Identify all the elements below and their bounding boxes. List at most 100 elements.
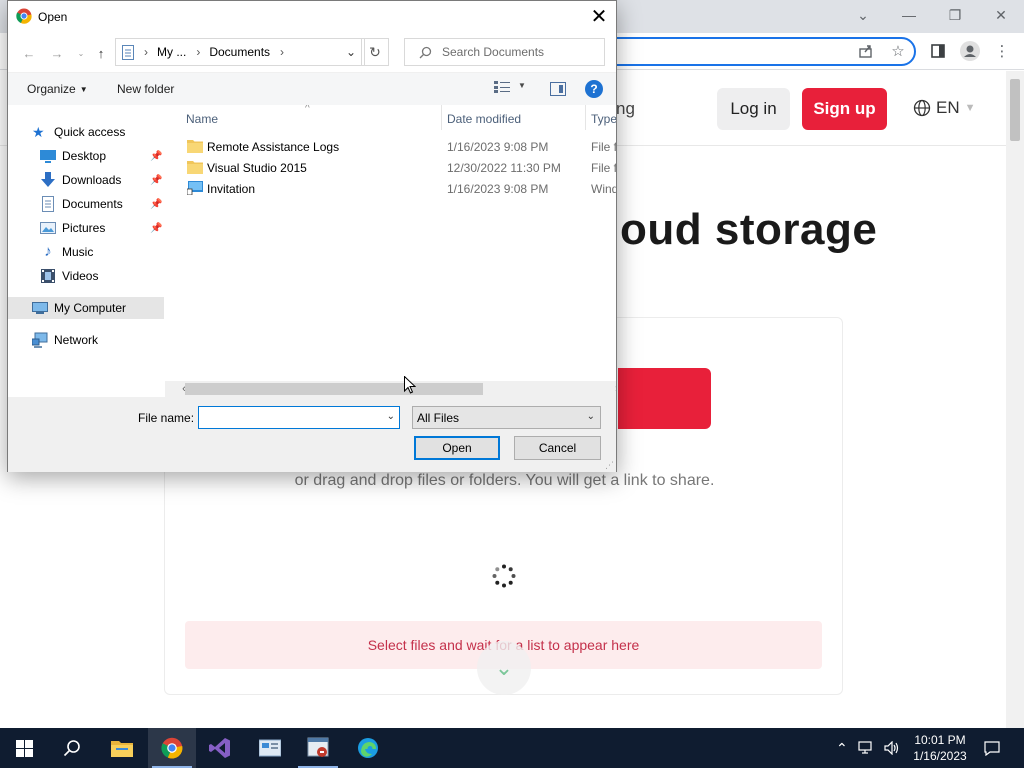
preview-pane-icon[interactable] <box>550 82 566 96</box>
dialog-footer: File name: ⌄ All Files ⌄ Open Cancel ⋰ <box>8 397 616 472</box>
nav-item-downloads[interactable]: Downloads 📌 <box>8 169 164 191</box>
nav-item-documents[interactable]: Documents 📌 <box>8 193 164 215</box>
nav-item-label: Network <box>54 333 99 347</box>
side-panel-icon[interactable] <box>926 39 950 63</box>
horizontal-scrollbar[interactable]: ‹ › <box>165 381 616 397</box>
file-name-input[interactable] <box>199 407 379 428</box>
help-icon[interactable]: ? <box>585 80 603 98</box>
horizontal-scrollbar-thumb[interactable] <box>185 383 483 395</box>
column-divider[interactable] <box>585 105 586 130</box>
system-tray: ⌃ <box>836 728 900 768</box>
close-button[interactable]: ✕ <box>978 0 1024 30</box>
new-folder-button[interactable]: New folder <box>117 82 174 96</box>
start-button[interactable] <box>0 728 48 768</box>
column-divider[interactable] <box>441 105 442 130</box>
file-row[interactable]: Visual Studio 2015 12/30/2022 11:30 PM F… <box>165 157 616 178</box>
cancel-button[interactable]: Cancel <box>514 436 601 460</box>
pictures-icon <box>40 220 56 236</box>
chevron-down-icon[interactable]: ⌄ <box>840 0 886 30</box>
pin-icon: 📌 <box>150 222 163 234</box>
nav-item-pictures[interactable]: Pictures 📌 <box>8 217 164 239</box>
notification-center-icon[interactable] <box>980 736 1004 760</box>
nav-item-label: Videos <box>62 269 99 283</box>
minimize-button[interactable]: — <box>886 0 932 30</box>
recent-locations-chevron-icon[interactable]: ⌄ <box>72 44 90 62</box>
nav-item-quick-access[interactable]: ★ Quick access <box>8 121 164 143</box>
language-label: EN <box>936 98 960 117</box>
windows-taskbar: ⌃ 10:01 PM 1/16/2023 <box>0 728 1024 768</box>
page-scrollbar[interactable] <box>1006 71 1024 728</box>
taskbar-clock[interactable]: 10:01 PM 1/16/2023 <box>908 732 972 764</box>
visual-studio-icon <box>209 738 230 758</box>
back-arrow-icon[interactable]: ← <box>20 44 38 62</box>
taskbar-search-button[interactable] <box>48 728 96 768</box>
file-explorer-icon <box>111 741 133 757</box>
taskbar-chrome[interactable] <box>148 728 196 768</box>
profile-avatar-icon[interactable] <box>958 39 982 63</box>
restore-button[interactable]: ❐ <box>932 0 978 30</box>
file-type-filter-select[interactable]: All Files ⌄ <box>412 406 601 429</box>
column-header-date-modified[interactable]: Date modified <box>447 112 521 126</box>
computer-icon <box>32 300 48 316</box>
resize-grip-icon[interactable]: ⋰ <box>605 460 615 470</box>
chevron-down-icon[interactable]: ⌄ <box>387 411 395 422</box>
taskbar-visual-studio[interactable] <box>196 728 244 768</box>
pin-icon: 📌 <box>150 198 163 210</box>
open-file-dialog: Open ✕ ← → ⌄ ↑ › My ... › Documents › ⌄ … <box>7 0 617 472</box>
bookmark-star-icon[interactable]: ☆ <box>886 39 910 63</box>
nav-item-desktop[interactable]: Desktop 📌 <box>8 145 164 167</box>
nav-item-videos[interactable]: Videos <box>8 265 164 287</box>
address-dropdown-chevron-icon[interactable]: ⌄ <box>346 45 356 59</box>
taskbar-file-explorer[interactable] <box>98 728 146 768</box>
column-header-name[interactable]: Name <box>186 112 218 126</box>
breadcrumb-my-computer[interactable]: My ... <box>157 45 186 59</box>
folder-icon <box>187 140 203 153</box>
browser-menu-icon[interactable]: ⋮ <box>990 39 1014 63</box>
file-name-field[interactable]: ⌄ <box>198 406 400 429</box>
column-header-type[interactable]: Type <box>591 112 616 126</box>
clock-date: 1/16/2023 <box>913 749 967 763</box>
network-status-icon[interactable] <box>858 741 874 755</box>
breadcrumb-documents[interactable]: Documents <box>209 45 270 59</box>
file-name: Visual Studio 2015 <box>207 161 307 175</box>
volume-icon[interactable] <box>884 741 900 755</box>
up-arrow-icon[interactable]: ↑ <box>92 44 110 62</box>
scroll-right-icon[interactable]: › <box>609 381 616 397</box>
language-selector[interactable]: EN ▼ <box>913 98 976 118</box>
clock-time: 10:01 PM <box>914 733 966 747</box>
scroll-down-chevron-icon[interactable]: ⌄ <box>477 641 531 695</box>
breadcrumb-separator: › <box>280 45 285 59</box>
pin-icon: 📌 <box>150 150 163 162</box>
signup-button[interactable]: Sign up <box>802 88 887 130</box>
taskbar-control-panel[interactable] <box>246 728 294 768</box>
file-row[interactable]: Invitation 1/16/2023 9:08 PM Wind <box>165 178 616 199</box>
dialog-close-icon[interactable]: ✕ <box>584 3 614 30</box>
open-button[interactable]: Open <box>414 436 500 460</box>
upload-button[interactable] <box>618 368 711 429</box>
breadcrumb-address-bar[interactable]: › My ... › Documents › ⌄ <box>115 38 365 66</box>
share-icon[interactable] <box>854 39 878 63</box>
nav-link-partial[interactable]: ng <box>616 99 635 119</box>
search-documents-input[interactable]: Search Documents <box>404 38 605 66</box>
login-button[interactable]: Log in <box>717 88 790 130</box>
control-panel-icon <box>259 739 281 757</box>
taskbar-edge[interactable] <box>344 728 392 768</box>
nav-item-music[interactable]: ♪ Music <box>8 241 164 263</box>
organize-menu-button[interactable]: Organize ▼ <box>27 82 88 96</box>
videos-icon <box>40 268 56 284</box>
download-icon <box>40 172 56 188</box>
refresh-icon[interactable]: ↻ <box>361 38 389 66</box>
globe-icon <box>913 99 931 117</box>
column-header-row: Name ^ Date modified Type <box>165 105 616 130</box>
hero-title: oud storage <box>620 205 878 254</box>
dialog-titlebar[interactable]: Open ✕ <box>8 1 616 32</box>
page-scrollbar-thumb[interactable] <box>1010 79 1020 141</box>
change-view-button[interactable]: ▼ <box>494 81 526 93</box>
file-list-pane: Name ^ Date modified Type Remote Assista… <box>165 105 616 397</box>
nav-item-network[interactable]: Network <box>8 329 164 351</box>
nav-item-my-computer[interactable]: My Computer <box>8 297 164 319</box>
show-hidden-icons-chevron-icon[interactable]: ⌃ <box>836 740 848 757</box>
forward-arrow-icon[interactable]: → <box>48 44 66 62</box>
file-row[interactable]: Remote Assistance Logs 1/16/2023 9:08 PM… <box>165 136 616 157</box>
taskbar-installer-app[interactable] <box>294 728 342 768</box>
